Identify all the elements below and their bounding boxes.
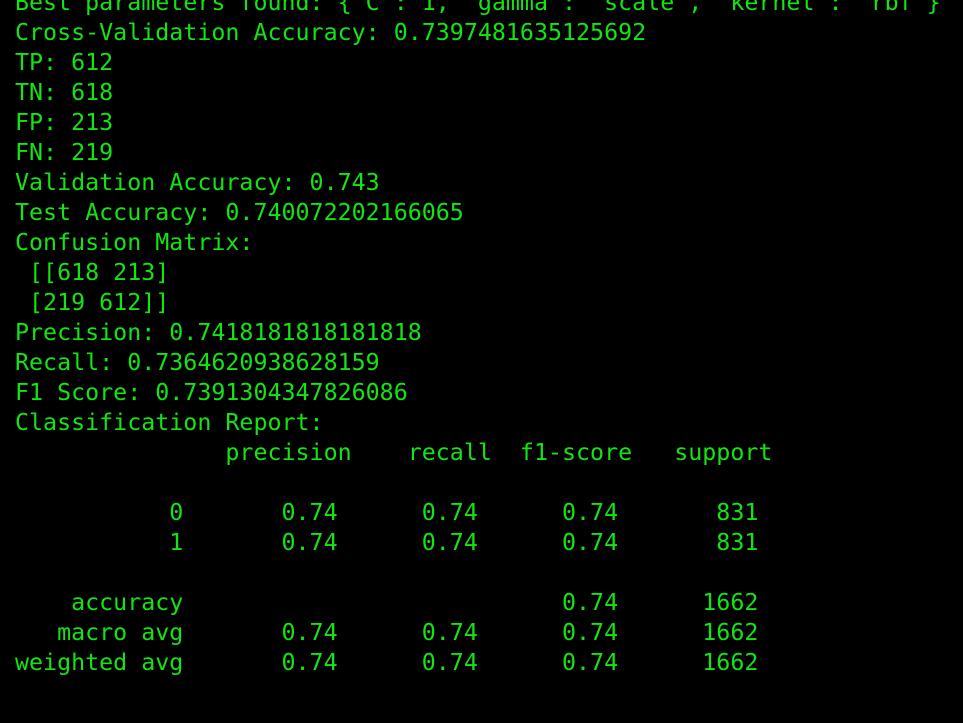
tp-line: TP: 612 <box>15 49 114 76</box>
fn-line: FN: 219 <box>15 139 114 166</box>
tn-line: TN: 618 <box>15 79 114 106</box>
cv-accuracy-line: Cross-Validation Accuracy: 0.73974816351… <box>15 19 647 46</box>
report-row-weighted-avg: weighted avg 0.74 0.74 0.74 1662 <box>15 649 759 676</box>
fp-line: FP: 213 <box>15 109 114 136</box>
report-blank-line <box>15 558 963 588</box>
report-row-class-0: 0 0.74 0.74 0.74 831 <box>15 499 759 526</box>
classification-report-heading: Classification Report: <box>15 409 324 436</box>
report-blank-line <box>15 468 963 498</box>
validation-accuracy-line: Validation Accuracy: 0.743 <box>15 169 380 196</box>
test-accuracy-line: Test Accuracy: 0.740072202166065 <box>15 199 464 226</box>
terminal-output: Best parameters found: {'C': 1, 'gamma':… <box>15 0 963 723</box>
recall-line: Recall: 0.7364620938628159 <box>15 349 380 376</box>
report-header-row: precision recall f1-score support <box>15 439 773 466</box>
confusion-matrix-row-2: [219 612]] <box>15 289 170 316</box>
confusion-matrix-heading: Confusion Matrix: <box>15 229 254 256</box>
report-row-class-1: 1 0.74 0.74 0.74 831 <box>15 529 759 556</box>
report-row-accuracy: accuracy 0.74 1662 <box>15 589 759 616</box>
report-row-macro-avg: macro avg 0.74 0.74 0.74 1662 <box>15 619 759 646</box>
f1-score-line: F1 Score: 0.7391304347826086 <box>15 379 408 406</box>
best-parameters-line: Best parameters found: {'C': 1, 'gamma':… <box>15 0 941 16</box>
precision-line: Precision: 0.7418181818181818 <box>15 319 422 346</box>
confusion-matrix-row-1: [[618 213] <box>15 259 170 286</box>
